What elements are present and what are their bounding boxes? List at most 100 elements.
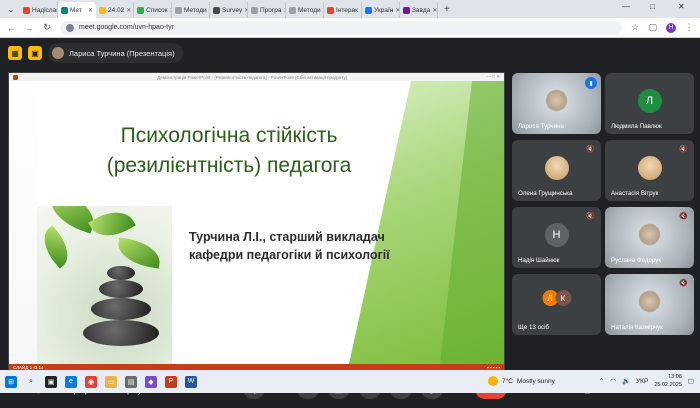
windows-start-icon[interactable]: ⊞ xyxy=(5,375,17,388)
muted-mic-icon: 🔇 xyxy=(679,213,688,220)
browser-tab[interactable]: 24.02 ✕ xyxy=(96,2,134,18)
avatar-initial: Н xyxy=(552,229,561,242)
browser-tab[interactable]: Survey✕ xyxy=(210,2,248,18)
back-icon[interactable]: ← xyxy=(6,23,16,33)
avatar-initial: Л xyxy=(645,95,654,108)
participant-tile[interactable]: 🔇 Олена Грущинська xyxy=(512,140,601,201)
browser-tab[interactable]: Мет ✕ xyxy=(58,2,96,18)
close-window-icon[interactable]: ✕ xyxy=(678,2,685,11)
forward-icon[interactable]: → xyxy=(24,23,34,33)
browser-tab[interactable]: Програ✕ xyxy=(248,2,286,18)
slide-left-margin xyxy=(9,81,37,364)
reload-icon[interactable]: ↻ xyxy=(42,22,52,33)
browser-tab-bar: ⌄ Надіслані✕Мет✕24.02✕Список✕Методи✕Surv… xyxy=(0,0,700,18)
new-tab-icon[interactable]: + xyxy=(444,4,450,15)
tab-label: Список xyxy=(146,6,168,14)
network-icon[interactable]: ◠ xyxy=(610,377,616,385)
store-icon[interactable]: ▤ xyxy=(125,375,137,388)
address-bar-row: ← → ↻ meet.google.com/uvn-hpao-tyr ☆ ▢ H… xyxy=(0,18,700,38)
tab-favicon-icon xyxy=(175,6,182,14)
taskbar-date: 25.02.2025 xyxy=(654,382,682,388)
file-explorer-icon[interactable]: ▭ xyxy=(105,375,117,388)
sun-icon xyxy=(488,376,498,386)
tab-close-icon[interactable]: ✕ xyxy=(88,7,93,14)
site-info-icon[interactable] xyxy=(66,23,74,32)
participant-tile[interactable]: 🔇 Наталія Казмірчук xyxy=(605,274,694,335)
edge-icon[interactable]: e xyxy=(65,375,77,388)
leaf-shape xyxy=(115,237,163,269)
participant-name: Олена Грущинська xyxy=(518,190,573,197)
pin-icon[interactable]: ▣ xyxy=(28,46,42,60)
participant-name: Надія Шайнюк xyxy=(518,257,560,264)
meet-main: ▦ ▣ Лариса Турчина (Презентація) Демонст… xyxy=(0,38,700,399)
more-avatars: ЛК xyxy=(542,290,571,307)
browser-tab[interactable]: Надіслані✕ xyxy=(20,2,58,18)
weather-widget[interactable]: 7°C Mostly sunny xyxy=(488,376,555,386)
participant-tile[interactable]: 🔇 Анастасія Вітрук xyxy=(605,140,694,201)
avatar-initial: К xyxy=(555,290,571,307)
tab-close-icon[interactable]: ✕ xyxy=(126,7,131,14)
browser-tab[interactable]: Список✕ xyxy=(134,2,172,18)
muted-mic-icon: 🔇 xyxy=(679,280,688,287)
participant-tile[interactable]: Н 🔇 Надія Шайнюк xyxy=(512,207,601,268)
url-field[interactable]: meet.google.com/uvn-hpao-tyr xyxy=(60,20,622,35)
volume-icon[interactable]: 🔊 xyxy=(622,377,630,385)
participant-tile[interactable]: Л Людмила Павлюк xyxy=(605,73,694,134)
browser-tab[interactable]: Методи✕ xyxy=(172,2,210,18)
tab-strip: Надіслані✕Мет✕24.02✕Список✕Методи✕Survey… xyxy=(20,2,438,18)
participant-tile[interactable]: ▮ Лариса Турчина xyxy=(512,73,601,134)
stone-shape xyxy=(91,298,151,320)
tray-expand-icon[interactable]: ⌃ xyxy=(599,377,604,385)
browser-tab[interactable]: Методи✕ xyxy=(286,2,324,18)
task-view-icon[interactable]: ▣ xyxy=(45,375,57,388)
presenter-chip: Лариса Турчина (Презентація) xyxy=(48,43,183,63)
participant-avatar: Л xyxy=(637,89,662,114)
participant-tile[interactable]: 🔇 Руслана Федорук xyxy=(605,207,694,268)
powerpoint-window-title: Демонстрація PowerPoint - [Резилієнтніст… xyxy=(157,74,348,80)
bookmark-star-icon[interactable]: ☆ xyxy=(630,22,640,33)
participant-tile[interactable]: Л К Ще 13 осіб xyxy=(512,274,601,335)
tab-label: Survey xyxy=(222,6,243,14)
participant-photo xyxy=(637,156,662,181)
powerpoint-titlebar: Демонстрація PowerPoint - [Резилієнтніст… xyxy=(9,73,504,81)
tab-search-icon[interactable]: ⌄ xyxy=(4,2,18,16)
slide-author: Турчина Л.І., старший викладач кафедри п… xyxy=(189,228,429,264)
browser-tab[interactable]: Україн ✕ xyxy=(362,2,400,18)
notifications-icon[interactable]: ▢ xyxy=(688,377,694,385)
search-icon[interactable]: ⌕ xyxy=(25,376,37,388)
maximize-icon[interactable]: □ xyxy=(650,2,655,11)
tab-label: Україн xyxy=(374,6,394,14)
tab-close-icon[interactable]: ✕ xyxy=(432,7,437,14)
taskbar-clock[interactable]: 13:08 25.02.2025 xyxy=(654,373,682,389)
browser-menu-icon[interactable]: ⋮ xyxy=(684,22,694,33)
tab-favicon-icon xyxy=(99,6,106,14)
weather-text: Mostly sunny xyxy=(516,377,555,385)
slide-title-line1: Психологічна стійкість xyxy=(120,124,338,147)
tab-label: Інтерак xyxy=(336,6,358,14)
profile-avatar[interactable]: H xyxy=(666,22,676,33)
presenter-label: Лариса Турчина (Презентація) xyxy=(69,48,175,58)
tab-label: Мет xyxy=(70,6,82,14)
tab-favicon-icon xyxy=(61,6,68,14)
speaking-indicator-icon: ▮ xyxy=(585,77,597,89)
url-text: meet.google.com/uvn-hpao-tyr xyxy=(79,24,174,31)
tab-favicon-icon xyxy=(137,6,144,14)
tab-label: Завда xyxy=(412,6,431,14)
tab-favicon-icon xyxy=(23,6,30,14)
layout-icon[interactable]: ▦ xyxy=(8,46,22,60)
participant-name: Анастасія Вітрук xyxy=(611,190,659,197)
powerpoint-icon[interactable]: P xyxy=(165,375,177,388)
browser-tab[interactable]: Завда ✕ xyxy=(400,2,438,18)
app-icon[interactable]: ◆ xyxy=(145,375,157,388)
weather-temp: 7°C xyxy=(502,377,513,385)
presenter-avatar xyxy=(52,47,64,59)
tab-favicon-icon xyxy=(289,6,296,14)
chrome-icon[interactable]: ◉ xyxy=(85,375,97,388)
tab-label: Програ xyxy=(260,6,282,14)
extensions-icon[interactable]: ▢ xyxy=(648,22,658,33)
browser-tab[interactable]: Інтерак✕ xyxy=(324,2,362,18)
minimize-icon[interactable]: — xyxy=(622,2,630,11)
language-indicator[interactable]: УКР xyxy=(636,378,648,385)
word-icon[interactable]: W xyxy=(185,375,197,388)
presentation-bar: ▦ ▣ Лариса Турчина (Презентація) xyxy=(0,38,700,68)
